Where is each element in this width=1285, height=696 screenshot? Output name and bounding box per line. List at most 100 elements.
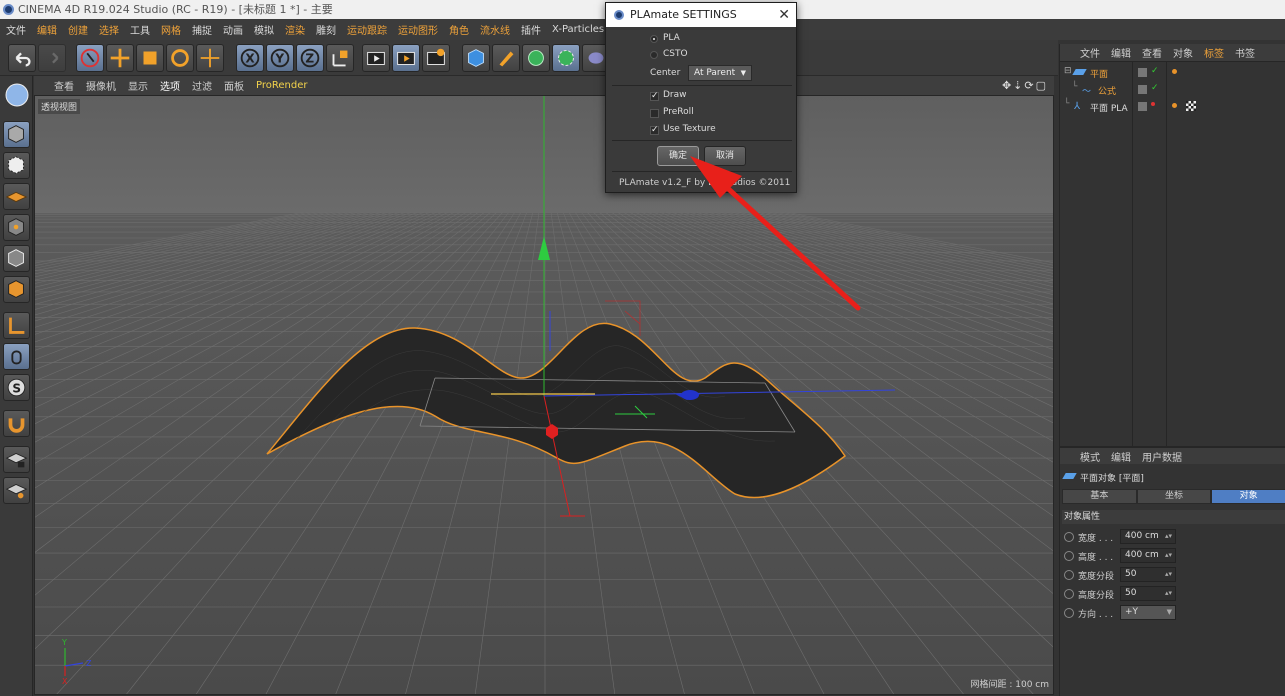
tab-object[interactable]: 对象	[1211, 489, 1285, 504]
menu-character[interactable]: 角色	[449, 22, 469, 37]
animate-radio[interactable]	[1064, 551, 1074, 561]
menu-snap[interactable]: 捕捉	[192, 22, 212, 37]
viewport-menu-view[interactable]: 查看	[54, 78, 74, 93]
redo-button[interactable]	[38, 44, 66, 72]
snap-button[interactable]: S	[3, 374, 30, 401]
checkbox-preroll-box[interactable]	[650, 109, 659, 118]
animate-radio[interactable]	[1064, 532, 1074, 542]
x-axis-handle[interactable]	[681, 390, 699, 400]
width-segments-field[interactable]: 50 ▴▾	[1120, 567, 1176, 582]
object-name-formula[interactable]: 公式	[1098, 84, 1116, 97]
z-axis-lock-button[interactable]: Z	[296, 44, 324, 72]
scale-button[interactable]	[136, 44, 164, 72]
undo-button[interactable]	[8, 44, 36, 72]
enabled-check-icon[interactable]: ✓	[1151, 66, 1159, 76]
magnet-button[interactable]	[3, 410, 30, 437]
move-button[interactable]	[106, 44, 134, 72]
orientation-dropdown[interactable]: +Y ▼	[1120, 605, 1176, 620]
om-menu-tags[interactable]: 标签	[1204, 45, 1224, 60]
height-field[interactable]: 400 cm ▴▾	[1120, 548, 1176, 563]
mograph-cloner-button[interactable]	[552, 44, 580, 72]
menu-motion-tracking[interactable]: 运动跟踪	[347, 22, 387, 37]
om-menu-file[interactable]: 文件	[1080, 45, 1100, 60]
menu-mesh[interactable]: 网格	[161, 22, 181, 37]
viewport-menu-cameras[interactable]: 摄像机	[86, 78, 116, 93]
animate-radio[interactable]	[1064, 570, 1074, 580]
viewport-menu-options[interactable]: 选项	[160, 78, 180, 93]
locked-workplane-button[interactable]	[3, 446, 30, 473]
om-menu-bookmarks[interactable]: 书签	[1235, 45, 1255, 60]
menu-select[interactable]: 选择	[99, 22, 119, 37]
menu-render[interactable]: 渲染	[285, 22, 305, 37]
menu-pipeline[interactable]: 流水线	[480, 22, 510, 37]
tag-icon[interactable]	[1172, 103, 1177, 108]
checkbox-use-texture-box[interactable]: ✓	[650, 126, 659, 135]
am-menu-mode[interactable]: 模式	[1080, 449, 1100, 464]
perspective-viewport[interactable]: Y Z X 透视视图 网格间距 : 100 cm	[34, 95, 1054, 695]
cancel-button[interactable]: 取消	[704, 146, 746, 166]
object-name-plane-pla[interactable]: 平面 PLA	[1090, 101, 1128, 114]
om-menu-view[interactable]: 查看	[1142, 45, 1162, 60]
tweak-mode-button[interactable]	[3, 343, 30, 370]
checkbox-draw-box[interactable]: ✓	[650, 92, 659, 101]
texture-mode-button[interactable]	[3, 152, 30, 179]
center-dropdown[interactable]: At Parent ▼	[688, 65, 752, 81]
texture-tag-icon[interactable]	[1186, 101, 1196, 111]
transform-button[interactable]	[196, 44, 224, 72]
menu-sculpt[interactable]: 雕刻	[316, 22, 336, 37]
close-icon[interactable]: ✕	[778, 3, 790, 27]
viewport-menu-prorender[interactable]: ProRender	[256, 80, 307, 91]
menu-file[interactable]: 文件	[6, 22, 26, 37]
tab-basic[interactable]: 基本	[1062, 489, 1137, 504]
axis-mode-button[interactable]	[3, 312, 30, 339]
am-menu-user-data[interactable]: 用户数据	[1142, 449, 1182, 464]
om-menu-objects[interactable]: 对象	[1173, 45, 1193, 60]
menu-create[interactable]: 创建	[68, 22, 88, 37]
menu-mograph[interactable]: 运动图形	[398, 22, 438, 37]
tag-icon[interactable]	[1172, 69, 1177, 74]
menu-plugins[interactable]: 插件	[521, 22, 541, 37]
viewport-nav-icons[interactable]: ✥⇣⟳▢	[1002, 79, 1048, 92]
object-row-plane-pla[interactable]: └ ⅄ 平面 PLA	[1060, 99, 1285, 115]
ok-button[interactable]: 确定	[657, 146, 699, 166]
coordinate-system-button[interactable]	[326, 44, 354, 72]
width-field[interactable]: 400 cm ▴▾	[1120, 529, 1176, 544]
menu-tools[interactable]: 工具	[130, 22, 150, 37]
viewport-menu-filter[interactable]: 过滤	[192, 78, 212, 93]
menu-animate[interactable]: 动画	[223, 22, 243, 37]
polygons-mode-button[interactable]	[3, 276, 30, 303]
subdivision-button[interactable]	[522, 44, 550, 72]
viewport-menu-display[interactable]: 显示	[128, 78, 148, 93]
render-settings-button[interactable]	[422, 44, 450, 72]
viewport-menu-panel[interactable]: 面板	[224, 78, 244, 93]
menu-edit[interactable]: 编辑	[37, 22, 57, 37]
make-editable-button[interactable]	[3, 80, 30, 110]
radio-pla-indicator[interactable]	[650, 35, 658, 43]
height-segments-field[interactable]: 50 ▴▾	[1120, 586, 1176, 601]
points-mode-button[interactable]	[3, 214, 30, 241]
render-to-picture-viewer-button[interactable]	[392, 44, 420, 72]
object-name-plane[interactable]: 平面	[1090, 67, 1108, 80]
am-menu-edit[interactable]: 编辑	[1111, 449, 1131, 464]
edges-mode-button[interactable]	[3, 245, 30, 272]
cube-primitive-button[interactable]	[462, 44, 490, 72]
radio-csto-indicator[interactable]	[650, 51, 658, 59]
tab-coord[interactable]: 坐标	[1136, 489, 1212, 504]
menu-x-particles[interactable]: X-Particles	[552, 24, 604, 35]
object-row-plane[interactable]: ⊟ 平面 ✓	[1060, 65, 1285, 81]
model-mode-button[interactable]	[3, 121, 30, 148]
object-row-formula[interactable]: └ 〜 公式 ✓	[1060, 82, 1285, 98]
render-view-button[interactable]	[362, 44, 390, 72]
animate-radio[interactable]	[1064, 608, 1074, 618]
workplane-mode-button[interactable]	[3, 183, 30, 210]
live-selection-button[interactable]	[76, 44, 104, 72]
enabled-check-icon[interactable]: ✓	[1151, 83, 1159, 93]
pen-spline-button[interactable]	[492, 44, 520, 72]
y-axis-lock-button[interactable]: Y	[266, 44, 294, 72]
menu-simulate[interactable]: 模拟	[254, 22, 274, 37]
x-axis-lock-button[interactable]: X	[236, 44, 264, 72]
om-menu-edit[interactable]: 编辑	[1111, 45, 1131, 60]
animate-radio[interactable]	[1064, 589, 1074, 599]
rotate-button[interactable]	[166, 44, 194, 72]
planar-workplane-button[interactable]	[3, 477, 30, 504]
